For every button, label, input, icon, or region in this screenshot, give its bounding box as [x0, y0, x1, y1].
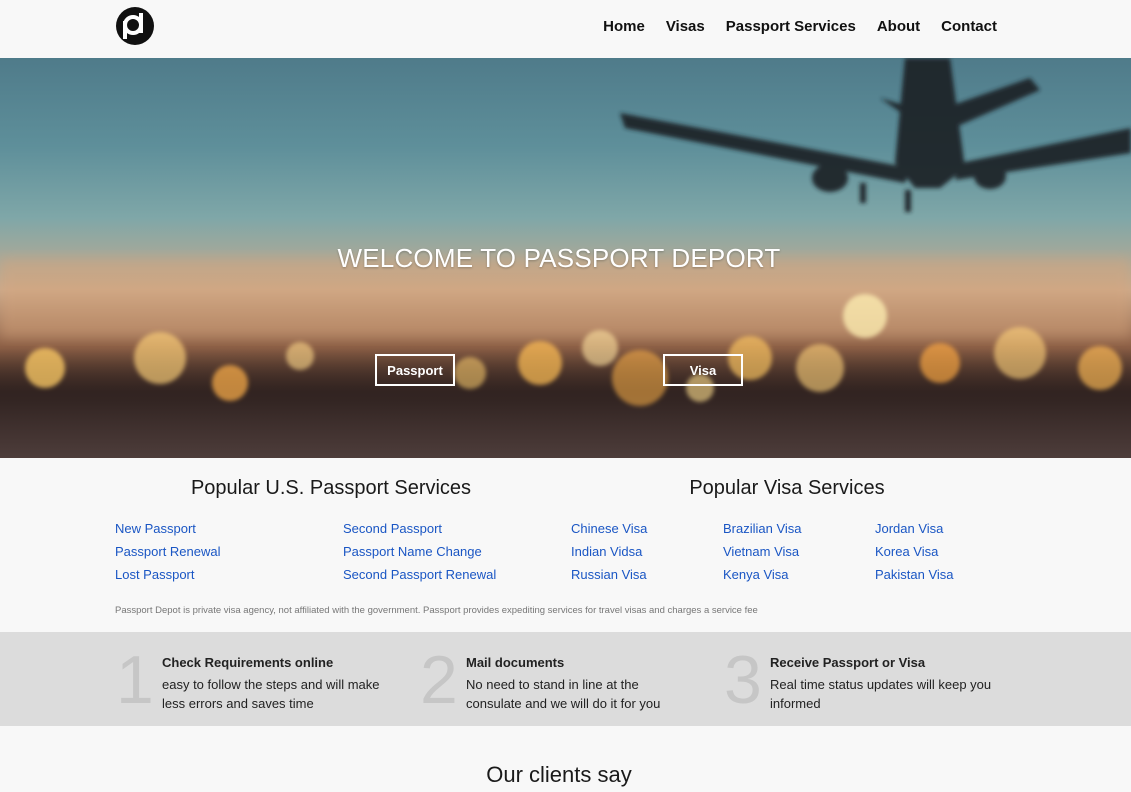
- step-number: 2: [420, 642, 458, 718]
- visa-links-col-1: Chinese Visa Indian Vidsa Russian Visa: [571, 520, 647, 583]
- main-nav: Home Visas Passport Services About Conta…: [603, 18, 997, 35]
- visa-links-col-3: Jordan Visa Korea Visa Pakistan Visa: [875, 520, 954, 583]
- link-pakistan-visa[interactable]: Pakistan Visa: [875, 566, 954, 583]
- link-passport-name-change[interactable]: Passport Name Change: [343, 543, 496, 560]
- site-header: Home Visas Passport Services About Conta…: [0, 0, 1131, 58]
- popular-services-section: Popular U.S. Passport Services Popular V…: [0, 458, 1131, 632]
- hero-title: WELCOME TO PASSPORT DEPORT: [337, 243, 781, 273]
- disclaimer-text: Passport Depot is private visa agency, n…: [115, 605, 758, 616]
- how-it-works-steps: 1 Check Requirements online easy to foll…: [0, 632, 1131, 726]
- link-vietnam-visa[interactable]: Vietnam Visa: [723, 543, 802, 560]
- link-second-passport[interactable]: Second Passport: [343, 520, 496, 537]
- link-kenya-visa[interactable]: Kenya Visa: [723, 566, 802, 583]
- nav-about[interactable]: About: [877, 18, 920, 35]
- step-description: Real time status updates will keep you i…: [770, 677, 992, 711]
- nav-home[interactable]: Home: [603, 18, 645, 35]
- passport-services-title: Popular U.S. Passport Services: [190, 477, 472, 499]
- link-new-passport[interactable]: New Passport: [115, 520, 221, 537]
- nav-contact[interactable]: Contact: [941, 18, 997, 35]
- link-passport-renewal[interactable]: Passport Renewal: [115, 543, 221, 560]
- step-1: 1 Check Requirements online easy to foll…: [116, 632, 396, 726]
- visa-links-col-2: Brazilian Visa Vietnam Visa Kenya Visa: [723, 520, 802, 583]
- testimonials-title: Our clients say: [486, 762, 632, 787]
- step-number: 1: [116, 642, 154, 718]
- step-3: 3 Receive Passport or Visa Real time sta…: [724, 632, 1014, 726]
- link-chinese-visa[interactable]: Chinese Visa: [571, 520, 647, 537]
- nav-passport-services[interactable]: Passport Services: [726, 18, 856, 35]
- link-brazilian-visa[interactable]: Brazilian Visa: [723, 520, 802, 537]
- step-number: 3: [724, 642, 762, 718]
- step-description: easy to follow the steps and will make l…: [162, 677, 380, 711]
- step-2: 2 Mail documents No need to stand in lin…: [420, 632, 710, 726]
- step-title: Mail documents: [466, 655, 565, 670]
- passport-links-col-1: New Passport Passport Renewal Lost Passp…: [115, 520, 221, 583]
- step-description: No need to stand in line at the consulat…: [466, 677, 661, 711]
- visa-button[interactable]: Visa: [663, 354, 743, 386]
- step-title: Receive Passport or Visa: [770, 655, 926, 670]
- link-korea-visa[interactable]: Korea Visa: [875, 543, 954, 560]
- link-russian-visa[interactable]: Russian Visa: [571, 566, 647, 583]
- passport-depot-logo-icon[interactable]: [116, 7, 154, 45]
- testimonials-section: Our clients say: [0, 726, 1131, 792]
- link-indian-visa[interactable]: Indian Vidsa: [571, 543, 647, 560]
- nav-visas[interactable]: Visas: [666, 18, 705, 35]
- passport-links-col-2: Second Passport Passport Name Change Sec…: [343, 520, 496, 583]
- passport-button[interactable]: Passport: [375, 354, 455, 386]
- step-title: Check Requirements online: [162, 655, 334, 670]
- link-second-passport-renewal[interactable]: Second Passport Renewal: [343, 566, 496, 583]
- link-lost-passport[interactable]: Lost Passport: [115, 566, 221, 583]
- link-jordan-visa[interactable]: Jordan Visa: [875, 520, 954, 537]
- visa-services-title: Popular Visa Services: [689, 477, 885, 499]
- hero-banner: WELCOME TO PASSPORT DEPORT Passport Visa: [0, 58, 1131, 458]
